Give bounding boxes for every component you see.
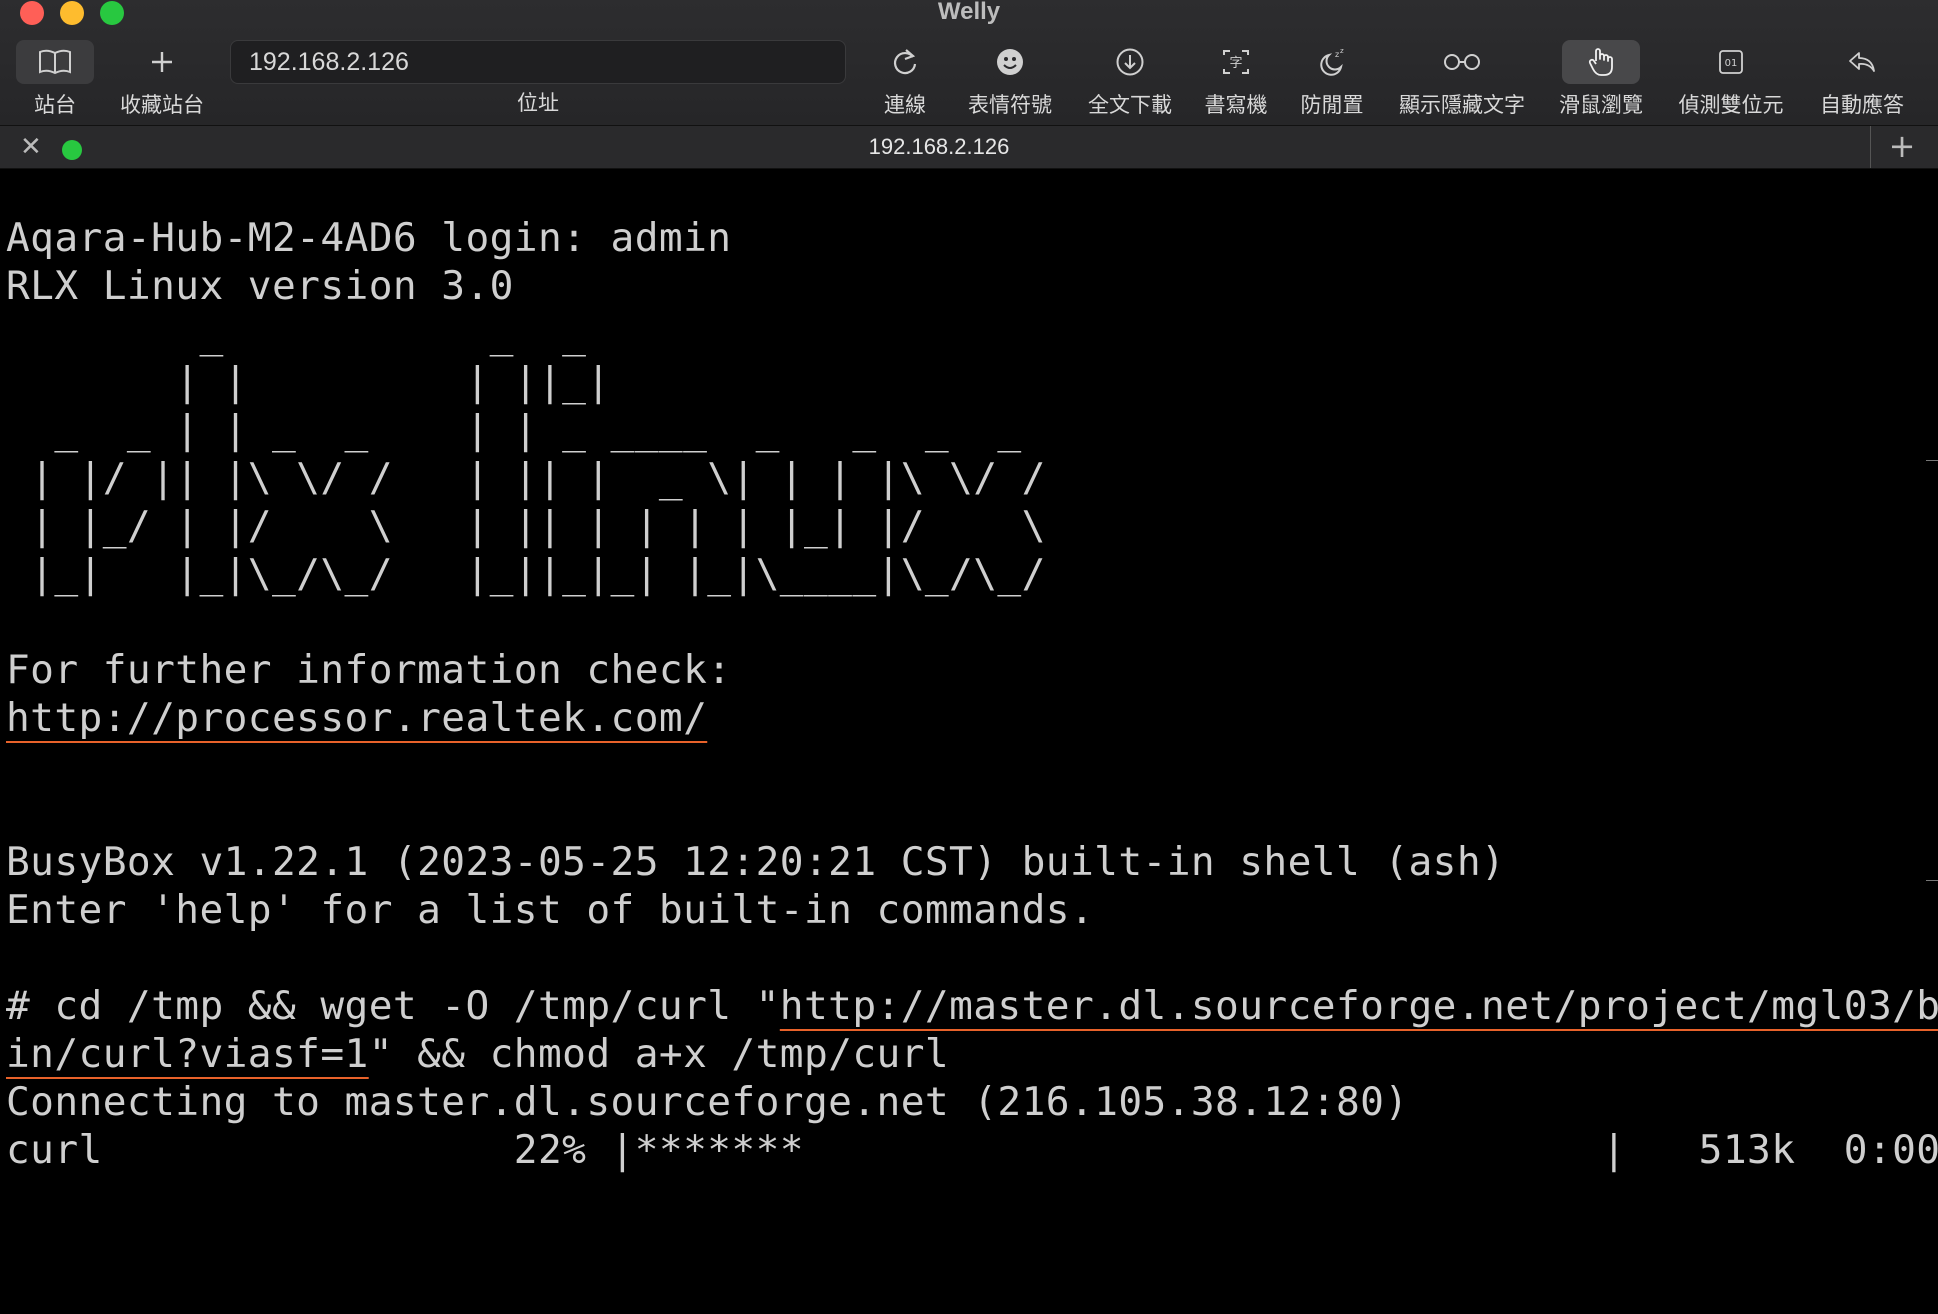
smiley-icon <box>960 40 1060 84</box>
ascii-art-line: | |_/ | |/ \ | || | | | | |_| |/ \ <box>6 503 1046 549</box>
download-label: 全文下載 <box>1088 93 1172 117</box>
sourceforge-link-continued[interactable]: in/curl?viasf=1 <box>6 1031 369 1077</box>
terminal-line: For further information check: <box>6 647 732 693</box>
binary-icon: 01 <box>1670 40 1792 84</box>
sites-label: 站台 <box>34 93 76 117</box>
ascii-art-line: | |/ || |\ \/ / | || | _ \| | | |\ \/ / <box>6 455 1046 501</box>
auto-reply-button[interactable]: 自動應答 <box>1812 40 1912 118</box>
svg-text:z: z <box>1335 50 1339 59</box>
moon-zzz-icon: zz <box>1294 40 1370 84</box>
reconnect-button[interactable]: 連線 <box>870 40 940 118</box>
ascii-art-line: | | | ||_| <box>6 359 611 405</box>
terminal-line: Enter 'help' for a list of built-in comm… <box>6 887 1095 933</box>
terminal-line: Connecting to master.dl.sourceforge.net … <box>6 1079 1409 1125</box>
tab-divider <box>1870 126 1871 168</box>
refresh-icon <box>870 40 940 84</box>
ascii-art-line: _ _ _ <box>6 311 587 357</box>
command-line-continued: in/curl?viasf=1" && chmod a+x /tmp/curl <box>6 1030 949 1078</box>
tab-bar: ✕ 192.168.2.126 <box>0 126 1938 169</box>
address-label: 位址 <box>517 91 559 115</box>
sourceforge-link[interactable]: http://master.dl.sourceforge.net/project… <box>780 983 1938 1029</box>
command-line: # cd /tmp && wget -O /tmp/curl "http://m… <box>6 982 1938 1030</box>
connection-status-icon <box>62 140 82 160</box>
emoticons-label: 表情符號 <box>968 93 1052 117</box>
sites-button[interactable]: 站台 <box>16 40 94 118</box>
reply-arrow-icon <box>1812 40 1912 84</box>
mouse-browsing-button[interactable]: 滑鼠瀏覽 <box>1556 40 1646 118</box>
download-button[interactable]: 全文下載 <box>1080 40 1180 118</box>
download-progress-line: curl 22% |******* | 513k 0:00:06 ETA <box>6 1126 1938 1174</box>
emoticons-button[interactable]: 表情符號 <box>960 40 1060 118</box>
ascii-art-line: _ _ | | _ _ | | _ ____ _ _ _ _ <box>6 407 1022 453</box>
new-tab-button[interactable]: + <box>1882 126 1922 166</box>
ascii-art-line: |_| |_|\_/\_/ |_||_|_| |_|\____|\_/\_/ <box>6 551 1046 597</box>
tab-title[interactable]: 192.168.2.126 <box>0 130 1878 164</box>
pointing-hand-icon <box>1562 40 1640 84</box>
plus-icon <box>112 40 212 84</box>
command-suffix: " && chmod a+x /tmp/curl <box>368 1031 950 1077</box>
app-title: Welly <box>937 0 1001 25</box>
svg-text:z: z <box>1340 47 1344 55</box>
svg-text:字: 字 <box>1229 56 1242 71</box>
composer-label: 書寫機 <box>1204 93 1268 117</box>
composer-button[interactable]: 字 書寫機 <box>1198 40 1274 118</box>
welly-window: Welly 站台 收藏站台 192.168.2.126 位址 連線 表情符號 全… <box>0 0 1938 1314</box>
realtek-link[interactable]: http://processor.realtek.com/ <box>6 694 707 742</box>
show-hidden-text-label: 顯示隱藏文字 <box>1399 93 1525 117</box>
composer-icon: 字 <box>1198 40 1274 84</box>
show-hidden-text-button[interactable]: 顯示隱藏文字 <box>1392 40 1532 118</box>
auto-reply-label: 自動應答 <box>1820 93 1904 117</box>
mouse-browsing-label: 滑鼠瀏覽 <box>1559 93 1643 117</box>
scroll-tick <box>1926 880 1938 881</box>
detect-double-byte-button[interactable]: 01 偵測雙位元 <box>1670 40 1792 118</box>
glasses-icon <box>1392 40 1532 84</box>
command-prefix: # cd /tmp && wget -O /tmp/curl " <box>6 983 780 1029</box>
terminal-screen[interactable]: Aqara-Hub-M2-4AD6 login: admin RLX Linux… <box>6 168 1938 1314</box>
scroll-tick <box>1926 460 1938 461</box>
bookmark-site-button[interactable]: 收藏站台 <box>112 40 212 118</box>
download-icon <box>1080 40 1180 84</box>
anti-idle-button[interactable]: zz 防閒置 <box>1294 40 1370 118</box>
terminal-line: BusyBox v1.22.1 (2023-05-25 12:20:21 CST… <box>6 839 1506 885</box>
title-toolbar: Welly 站台 收藏站台 192.168.2.126 位址 連線 表情符號 全… <box>0 0 1938 126</box>
terminal-line: Aqara-Hub-M2-4AD6 login: admin <box>6 215 732 261</box>
svg-text:01: 01 <box>1725 58 1738 69</box>
address-input[interactable]: 192.168.2.126 <box>230 40 846 84</box>
download-progress-text: curl 22% |******* | 513k 0:00:06 ETA <box>6 1127 1938 1173</box>
reconnect-label: 連線 <box>884 93 926 117</box>
book-icon <box>16 40 94 84</box>
terminal-line: RLX Linux version 3.0 <box>6 263 514 309</box>
bookmark-label: 收藏站台 <box>120 93 204 117</box>
anti-idle-label: 防閒置 <box>1300 93 1364 117</box>
detect-double-byte-label: 偵測雙位元 <box>1678 93 1784 117</box>
